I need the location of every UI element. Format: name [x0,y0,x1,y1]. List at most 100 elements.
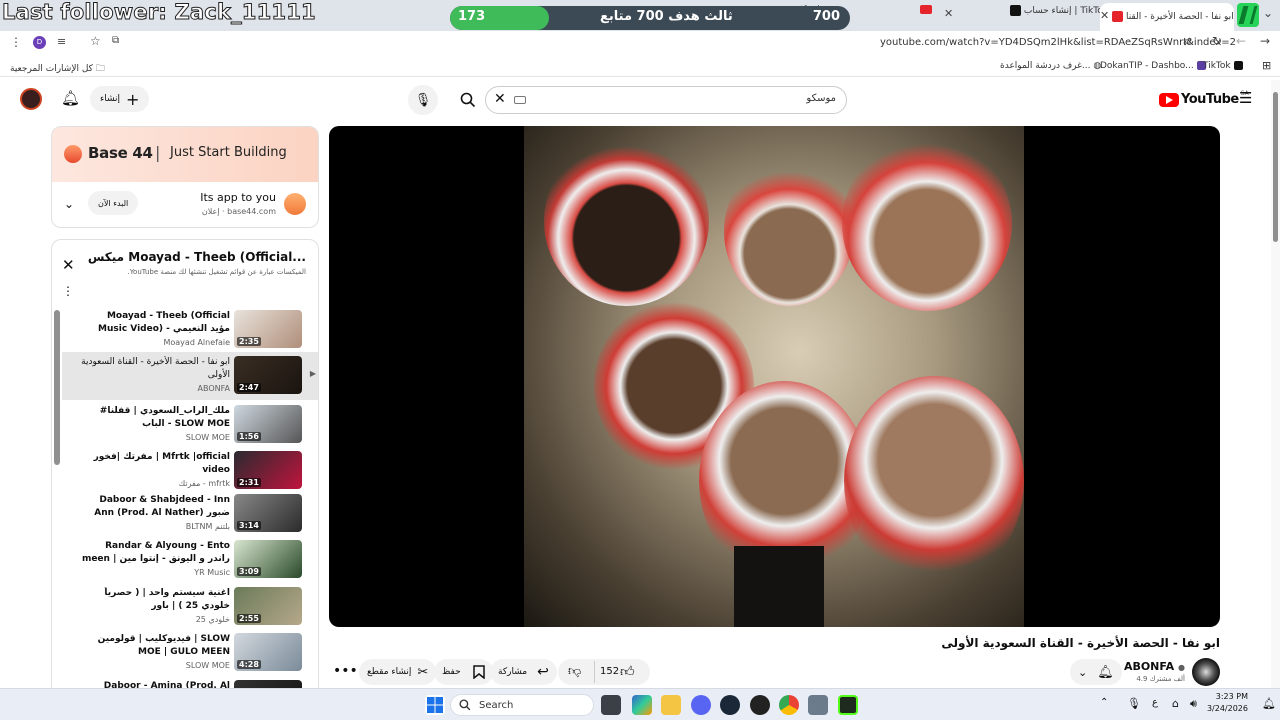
clip-label: إنشاء مقطع [367,667,412,677]
subscription-button[interactable]: ⌄ 🔔︎ [1070,659,1122,685]
tab-search-icon[interactable]: ⌄ [1263,6,1273,20]
clock-date[interactable]: 3/24/2026 [1203,704,1248,713]
playlist-item-title: ابو نفا - الحصة الأخيرة - القناة السعودي… [81,357,230,380]
close-playlist-icon[interactable]: ✕ [62,256,75,274]
playlist-thumbnail[interactable]: 2:55 [234,587,302,625]
ad-card[interactable]: Base 44 | Just Start Building ⌄ البدء ال… [51,126,319,228]
bookmark-star-icon[interactable]: ☆ [90,34,101,48]
like-button[interactable]: 👍︎ [620,663,635,680]
youtube-logo[interactable]: YouTube SA [1159,90,1249,107]
steam-icon[interactable] [720,695,740,715]
playlist-item[interactable]: 3:09 Randar & Alyoung - Ento meen | راندر… [62,540,318,584]
like-dislike-group: 👎︎ 152 👍︎ [558,659,650,685]
language-icon[interactable]: ع [1152,697,1158,708]
playlist-item-channel: YR Music [194,568,230,577]
windows-start-icon[interactable] [425,695,445,715]
playlist-thumbnail[interactable]: 3:09 [234,540,302,578]
dislike-button[interactable]: 👎︎ [568,664,581,679]
playlist-thumbnail[interactable]: 2:47 [234,356,302,394]
duration-badge: 4:28 [237,660,261,669]
save-button[interactable]: حفظ [434,659,493,685]
playlist-item[interactable]: 3:14 Daboor & Shabjdeed - Inn Ann (Prod. … [62,494,318,538]
back-icon[interactable]: → [1260,34,1270,48]
playlist-thumbnail[interactable]: 2:31 [234,451,302,489]
tray-chevron-icon[interactable]: ⌃ [1100,697,1108,708]
close-icon[interactable]: ✕ [1100,9,1109,22]
avatar[interactable] [20,88,42,110]
page-scrollbar[interactable] [1271,80,1280,688]
playlist-item[interactable]: 2:35 Moayad - Theeb (Official Music Video… [62,310,318,354]
bookmark-tiktok[interactable]: TikTok [1203,61,1243,71]
notifications-bell-icon[interactable]: 🔔︎ [61,89,80,107]
duration-badge: 2:47 [237,383,261,392]
hamburger-menu-icon[interactable]: ☰ [1239,89,1252,107]
share-button[interactable]: مشاركة ↩ [490,659,557,685]
playlist-item[interactable]: 2:47 ▶ ابو نفا - الحصة الأخيرة - القناة ال… [62,352,318,400]
playlist-thumbnail[interactable]: 4:28 [234,633,302,671]
close-icon[interactable]: ✕ [944,7,953,27]
playlist-item[interactable]: 4:28 فيديوكليب | قولومين | SLOW MOE | GUL… [62,633,318,677]
playlist-item-title: Randar & Alyoung - Ento meen | راندر و ا… [81,541,230,564]
tab-youtube-active[interactable]: ✕ ابو نفا - الحصة الأخيرة - القنا... [1100,3,1234,31]
chevron-down-icon[interactable]: ⌄ [64,197,74,211]
bookmark-dokantip[interactable]: DokanTIP - Dashbo... [1100,61,1206,71]
reload-icon[interactable]: ↻ [1212,34,1222,48]
channel-name[interactable]: ABONFA ● [1124,660,1185,673]
playlist-item-channel: ABONFA [197,384,230,393]
settings-gear-icon[interactable] [808,695,828,715]
playlist-item[interactable]: 2:55 اغنية سيستم واحد | ( حصرياً خلودي 25… [62,587,318,631]
notification-bell-icon: 🔔︎ [1097,664,1114,680]
tab-tiktok[interactable]: إنشاء حساب | TikTok [1010,5,1100,25]
scrollbar-thumb[interactable] [1273,92,1278,242]
duration-badge: 1:56 [237,432,261,441]
bookmarks-bar: كل الإشارات المرجعية 🗀 غرف دردشة المواعد… [0,55,1280,77]
apps-grid-icon[interactable]: ⊞ [1262,59,1271,72]
forward-icon[interactable]: ← [1236,34,1246,48]
video-player[interactable] [329,126,1220,627]
playlist-item[interactable]: 1:56 #ملك_الراب_السعودي | قفلنا الباب - S… [62,405,318,449]
playlist-thumbnail[interactable]: 2:35 [234,310,302,348]
menu-dots-icon[interactable]: ⋮ [10,35,22,49]
ad-cta-button[interactable]: البدء الآن [88,191,139,215]
site-settings-icon[interactable]: ⇄ [1183,35,1192,48]
network-icon[interactable]: ⌂ [1172,697,1179,710]
channel-avatar[interactable] [1192,658,1220,686]
youtube-logo-text: YouTube [1181,92,1239,107]
widgets-icon[interactable] [632,695,652,715]
more-actions-icon[interactable]: ••• [333,663,358,679]
task-view-icon[interactable] [601,695,621,715]
obs-icon[interactable] [750,695,770,715]
notification-center-icon[interactable]: 🔔︎ [1262,697,1276,710]
create-button[interactable]: إنشاء + [90,86,150,112]
playlist-item-title: Daboor & Shabjdeed - Inn Ann (Prod. Al N… [94,495,230,518]
ad-banner[interactable]: Base 44 | Just Start Building [52,127,318,182]
playlist-scrollbar[interactable] [54,310,60,465]
playlist-thumbnail[interactable]: 1:56 [234,405,302,443]
voice-search-button[interactable]: 🎙︎ [408,85,438,115]
clock-time[interactable]: 3:23 PM [1208,692,1248,701]
search-button[interactable] [453,85,483,115]
playlist-menu-dots-icon[interactable]: ⋮ [62,284,74,298]
tab-youtube-small[interactable] [920,5,934,25]
profile-icon[interactable]: D [33,36,46,49]
install-app-icon[interactable]: ⧉ [112,35,119,46]
all-bookmarks[interactable]: كل الإشارات المرجعية 🗀 [10,61,105,77]
taskbar-search[interactable]: Search [450,694,594,716]
chrome-icon[interactable] [779,695,799,715]
playlist-item-channel: SLOW MOE [185,661,230,670]
volume-icon[interactable]: 🔊︎ [1190,697,1197,711]
bookmark-dating-rooms[interactable]: غرف دردشة المواعدة... ◍ [1000,61,1101,71]
keyboard-icon[interactable] [514,96,526,104]
playlist-item[interactable]: 2:31 مفرتك |فخور | Mfrtk |official video م… [62,451,318,495]
bookmark-label: TikTok [1203,61,1231,71]
file-explorer-icon[interactable] [661,695,681,715]
microphone-icon[interactable]: 🎙︎ [1127,697,1141,710]
search-input[interactable]: ✕ موسكو [485,86,847,114]
ad-title[interactable]: Its app to you [200,191,276,204]
clear-search-icon[interactable]: ✕ [494,91,506,107]
tab-search-list-icon[interactable]: ≡ [57,35,66,48]
clip-button[interactable]: إنشاء مقطع ✂ [359,659,437,685]
kick-app-icon[interactable] [838,695,858,715]
playlist-thumbnail[interactable]: 3:14 [234,494,302,532]
discord-icon[interactable] [691,695,711,715]
